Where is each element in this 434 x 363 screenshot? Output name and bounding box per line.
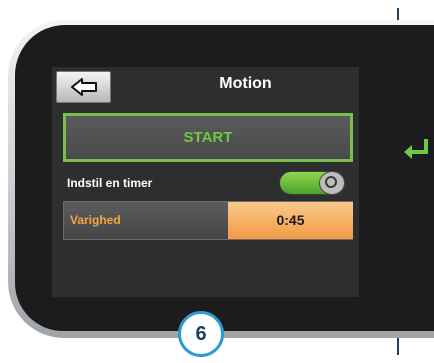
timer-label: Indstil en timer	[67, 176, 153, 190]
duration-label: Varighed	[70, 213, 121, 227]
back-button[interactable]	[56, 71, 111, 103]
timer-setting-row: Indstil en timer	[63, 170, 353, 197]
page-title: Motion	[219, 75, 272, 92]
timer-toggle[interactable]	[279, 171, 345, 195]
toggle-knob	[319, 171, 345, 195]
start-button[interactable]: START	[63, 113, 353, 162]
duration-value[interactable]: 0:45	[228, 202, 353, 239]
duration-row[interactable]: Varighed 0:45	[63, 201, 353, 240]
device-screen: Motion START Indstil en timer Varighed 0…	[52, 67, 359, 297]
start-button-label: START	[183, 129, 233, 146]
step-number-badge: 6	[178, 311, 224, 357]
enter-return-icon	[404, 139, 428, 159]
arrow-left-icon	[71, 78, 97, 96]
device-edge-line-bottom	[397, 337, 399, 355]
screen-header: Motion	[52, 67, 359, 105]
